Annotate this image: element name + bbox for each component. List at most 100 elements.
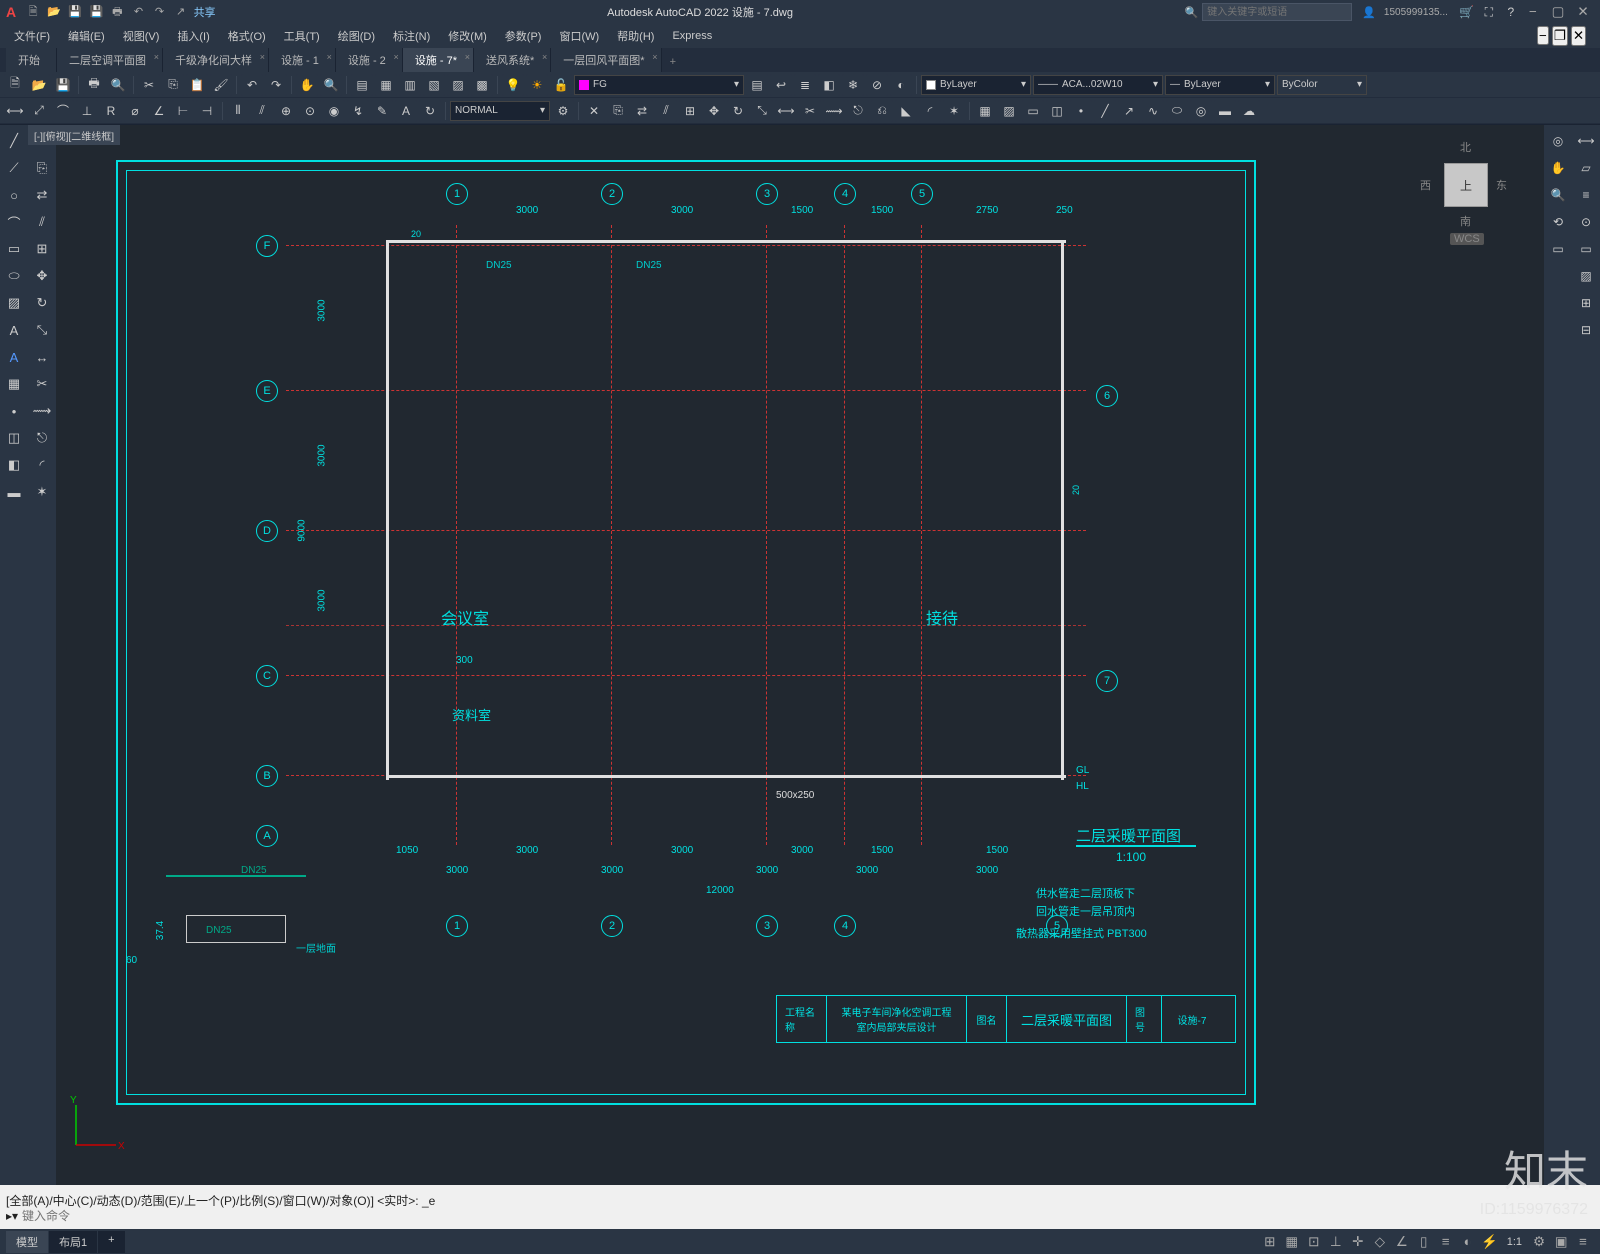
menu-modify[interactable]: 修改(M) <box>440 26 495 46</box>
qat-plot-icon[interactable]: 🖶 <box>108 3 126 21</box>
layer-manager-icon[interactable]: ▤ <box>746 74 768 96</box>
m-stretch-icon[interactable]: ↔ <box>30 345 54 369</box>
sb-menu-icon[interactable]: ≡ <box>1572 1232 1594 1252</box>
offset-icon[interactable]: ⫽ <box>655 100 677 122</box>
array-icon[interactable]: ⊞ <box>679 100 701 122</box>
m-copy-icon[interactable]: ⎘ <box>30 156 54 180</box>
rib-pan-icon[interactable]: ✋ <box>296 74 318 96</box>
dim-update-icon[interactable]: ↻ <box>419 100 441 122</box>
sb-polar-icon[interactable]: ✛ <box>1347 1232 1369 1252</box>
menu-format[interactable]: 格式(O) <box>220 26 274 46</box>
hatch-icon[interactable]: ▨ <box>998 100 1020 122</box>
m-fillet-icon[interactable]: ◜ <box>30 453 54 477</box>
tbl2-icon[interactable]: ▦ <box>2 372 26 396</box>
sb-snap-icon[interactable]: ⊡ <box>1303 1232 1325 1252</box>
layer-freeze-icon[interactable]: ❄ <box>842 74 864 96</box>
sb-iso-icon[interactable]: ▣ <box>1550 1232 1572 1252</box>
sb-ortho-icon[interactable]: ⊥ <box>1325 1232 1347 1252</box>
erase-icon[interactable]: ✕ <box>583 100 605 122</box>
rib-props-icon[interactable]: ▤ <box>351 74 373 96</box>
layer-make-icon[interactable]: ◐ <box>890 74 912 96</box>
ellipse2-icon[interactable]: ⬭ <box>1166 100 1188 122</box>
layer-prev-icon[interactable]: ↩ <box>770 74 792 96</box>
blk-icon[interactable]: ◫ <box>2 426 26 450</box>
m-extend-icon[interactable]: ⟿ <box>30 399 54 423</box>
sb-gear-icon[interactable]: ⚙ <box>1528 1232 1550 1252</box>
tab-start[interactable]: 开始 <box>6 48 57 72</box>
nav-zoom-icon[interactable]: 🔍 <box>1546 183 1570 207</box>
command-input[interactable] <box>22 1209 1594 1223</box>
wipeout-icon[interactable]: ▬ <box>1214 100 1236 122</box>
dim-ord-icon[interactable]: ⊥ <box>76 100 98 122</box>
menu-window[interactable]: 窗口(W) <box>551 26 607 46</box>
rib-print-icon[interactable]: 🖶 <box>83 74 105 96</box>
command-window[interactable]: [全部(A)/中心(C)/动态(D)/范围(E)/上一个(P)/比例(S)/窗口… <box>0 1185 1600 1229</box>
sb-osnap-icon[interactable]: ◇ <box>1369 1232 1391 1252</box>
rib-qcalc-icon[interactable]: ▩ <box>471 74 493 96</box>
menu-insert[interactable]: 插入(I) <box>169 26 217 46</box>
trim-icon[interactable]: ✂ <box>799 100 821 122</box>
dim-ang-icon[interactable]: ∠ <box>148 100 170 122</box>
maximize-button[interactable]: ▢ <box>1547 3 1569 21</box>
qat-new-icon[interactable]: 🗎 <box>24 3 42 21</box>
m-move-icon[interactable]: ✥ <box>30 264 54 288</box>
qat-share-icon[interactable]: ↗ <box>172 3 190 21</box>
rib-dc-icon[interactable]: ▦ <box>375 74 397 96</box>
dim-rad-icon[interactable]: R <box>100 100 122 122</box>
jog-icon[interactable]: ↯ <box>347 100 369 122</box>
sb-model-icon[interactable]: ⊞ <box>1259 1232 1281 1252</box>
fillet-icon[interactable]: ◜ <box>919 100 941 122</box>
m-trim-icon[interactable]: ✂ <box>30 372 54 396</box>
r2-hatch-icon[interactable]: ▨ <box>1574 264 1598 288</box>
extend-icon[interactable]: ⟿ <box>823 100 845 122</box>
nav-wheel-icon[interactable]: ◎ <box>1546 129 1570 153</box>
block-icon[interactable]: ◫ <box>1046 100 1068 122</box>
xline-icon[interactable]: ╱ <box>1094 100 1116 122</box>
nav-show-icon[interactable]: ▭ <box>1546 237 1570 261</box>
qat-undo-icon[interactable]: ↶ <box>129 3 147 21</box>
apps-icon[interactable]: ⛶ <box>1478 1 1500 23</box>
r2-group-icon[interactable]: ⊞ <box>1574 291 1598 315</box>
mtext-icon[interactable]: A <box>2 345 26 369</box>
share-label[interactable]: 共享 <box>194 4 216 20</box>
pt-icon[interactable]: • <box>2 399 26 423</box>
scale-icon[interactable]: ⤡ <box>751 100 773 122</box>
layout-tab-model[interactable]: 模型 <box>6 1231 48 1253</box>
r2-bound-icon[interactable]: ▭ <box>1574 237 1598 261</box>
dim-base-icon[interactable]: ⊢ <box>172 100 194 122</box>
menu-edit[interactable]: 编辑(E) <box>60 26 113 46</box>
tab-file-4[interactable]: 设施 - 2× <box>336 48 403 72</box>
mirror-icon[interactable]: ⇄ <box>631 100 653 122</box>
dim-arc-icon[interactable]: ⌒ <box>52 100 74 122</box>
tbl-icon[interactable]: ▦ <box>974 100 996 122</box>
sb-dyn-icon[interactable]: ▯ <box>1413 1232 1435 1252</box>
dim-break-icon[interactable]: ⫽ <box>251 100 273 122</box>
menu-tools[interactable]: 工具(T) <box>276 26 328 46</box>
center-mark-icon[interactable]: ⊙ <box>299 100 321 122</box>
menu-file[interactable]: 文件(F) <box>6 26 58 46</box>
menu-draw[interactable]: 绘图(D) <box>330 26 383 46</box>
menu-express[interactable]: Express <box>664 28 720 44</box>
dim-space-icon[interactable]: ⫴ <box>227 100 249 122</box>
copy2-icon[interactable]: ⎘ <box>607 100 629 122</box>
rib-redo2-icon[interactable]: ↷ <box>265 74 287 96</box>
nav-pan-icon[interactable]: ✋ <box>1546 156 1570 180</box>
doc-minimize-button[interactable]: − <box>1537 26 1549 45</box>
sb-lwt-icon[interactable]: ≡ <box>1435 1232 1457 1252</box>
stretch-icon[interactable]: ⟷ <box>775 100 797 122</box>
rib-paste-icon[interactable]: 📋 <box>186 74 208 96</box>
sb-scale[interactable]: 1:1 <box>1501 1236 1528 1248</box>
rib-save-icon[interactable]: 💾 <box>52 74 74 96</box>
dimstyle-combo[interactable]: NORMAL▾ <box>450 101 550 121</box>
rib-ssm-icon[interactable]: ▧ <box>423 74 445 96</box>
layer-iso-icon[interactable]: ◧ <box>818 74 840 96</box>
dimstyle-mgr-icon[interactable]: ⚙ <box>552 100 574 122</box>
move-icon[interactable]: ✥ <box>703 100 725 122</box>
m-explode-icon[interactable]: ✶ <box>30 480 54 504</box>
reg-icon[interactable]: ▬ <box>2 480 26 504</box>
help-search-input[interactable] <box>1202 3 1352 21</box>
m-mirror-icon[interactable]: ⇄ <box>30 183 54 207</box>
rib-zoom-icon[interactable]: 🔍 <box>320 74 342 96</box>
arc-icon[interactable]: ⌒ <box>2 210 26 234</box>
layer-states-icon[interactable]: ≣ <box>794 74 816 96</box>
